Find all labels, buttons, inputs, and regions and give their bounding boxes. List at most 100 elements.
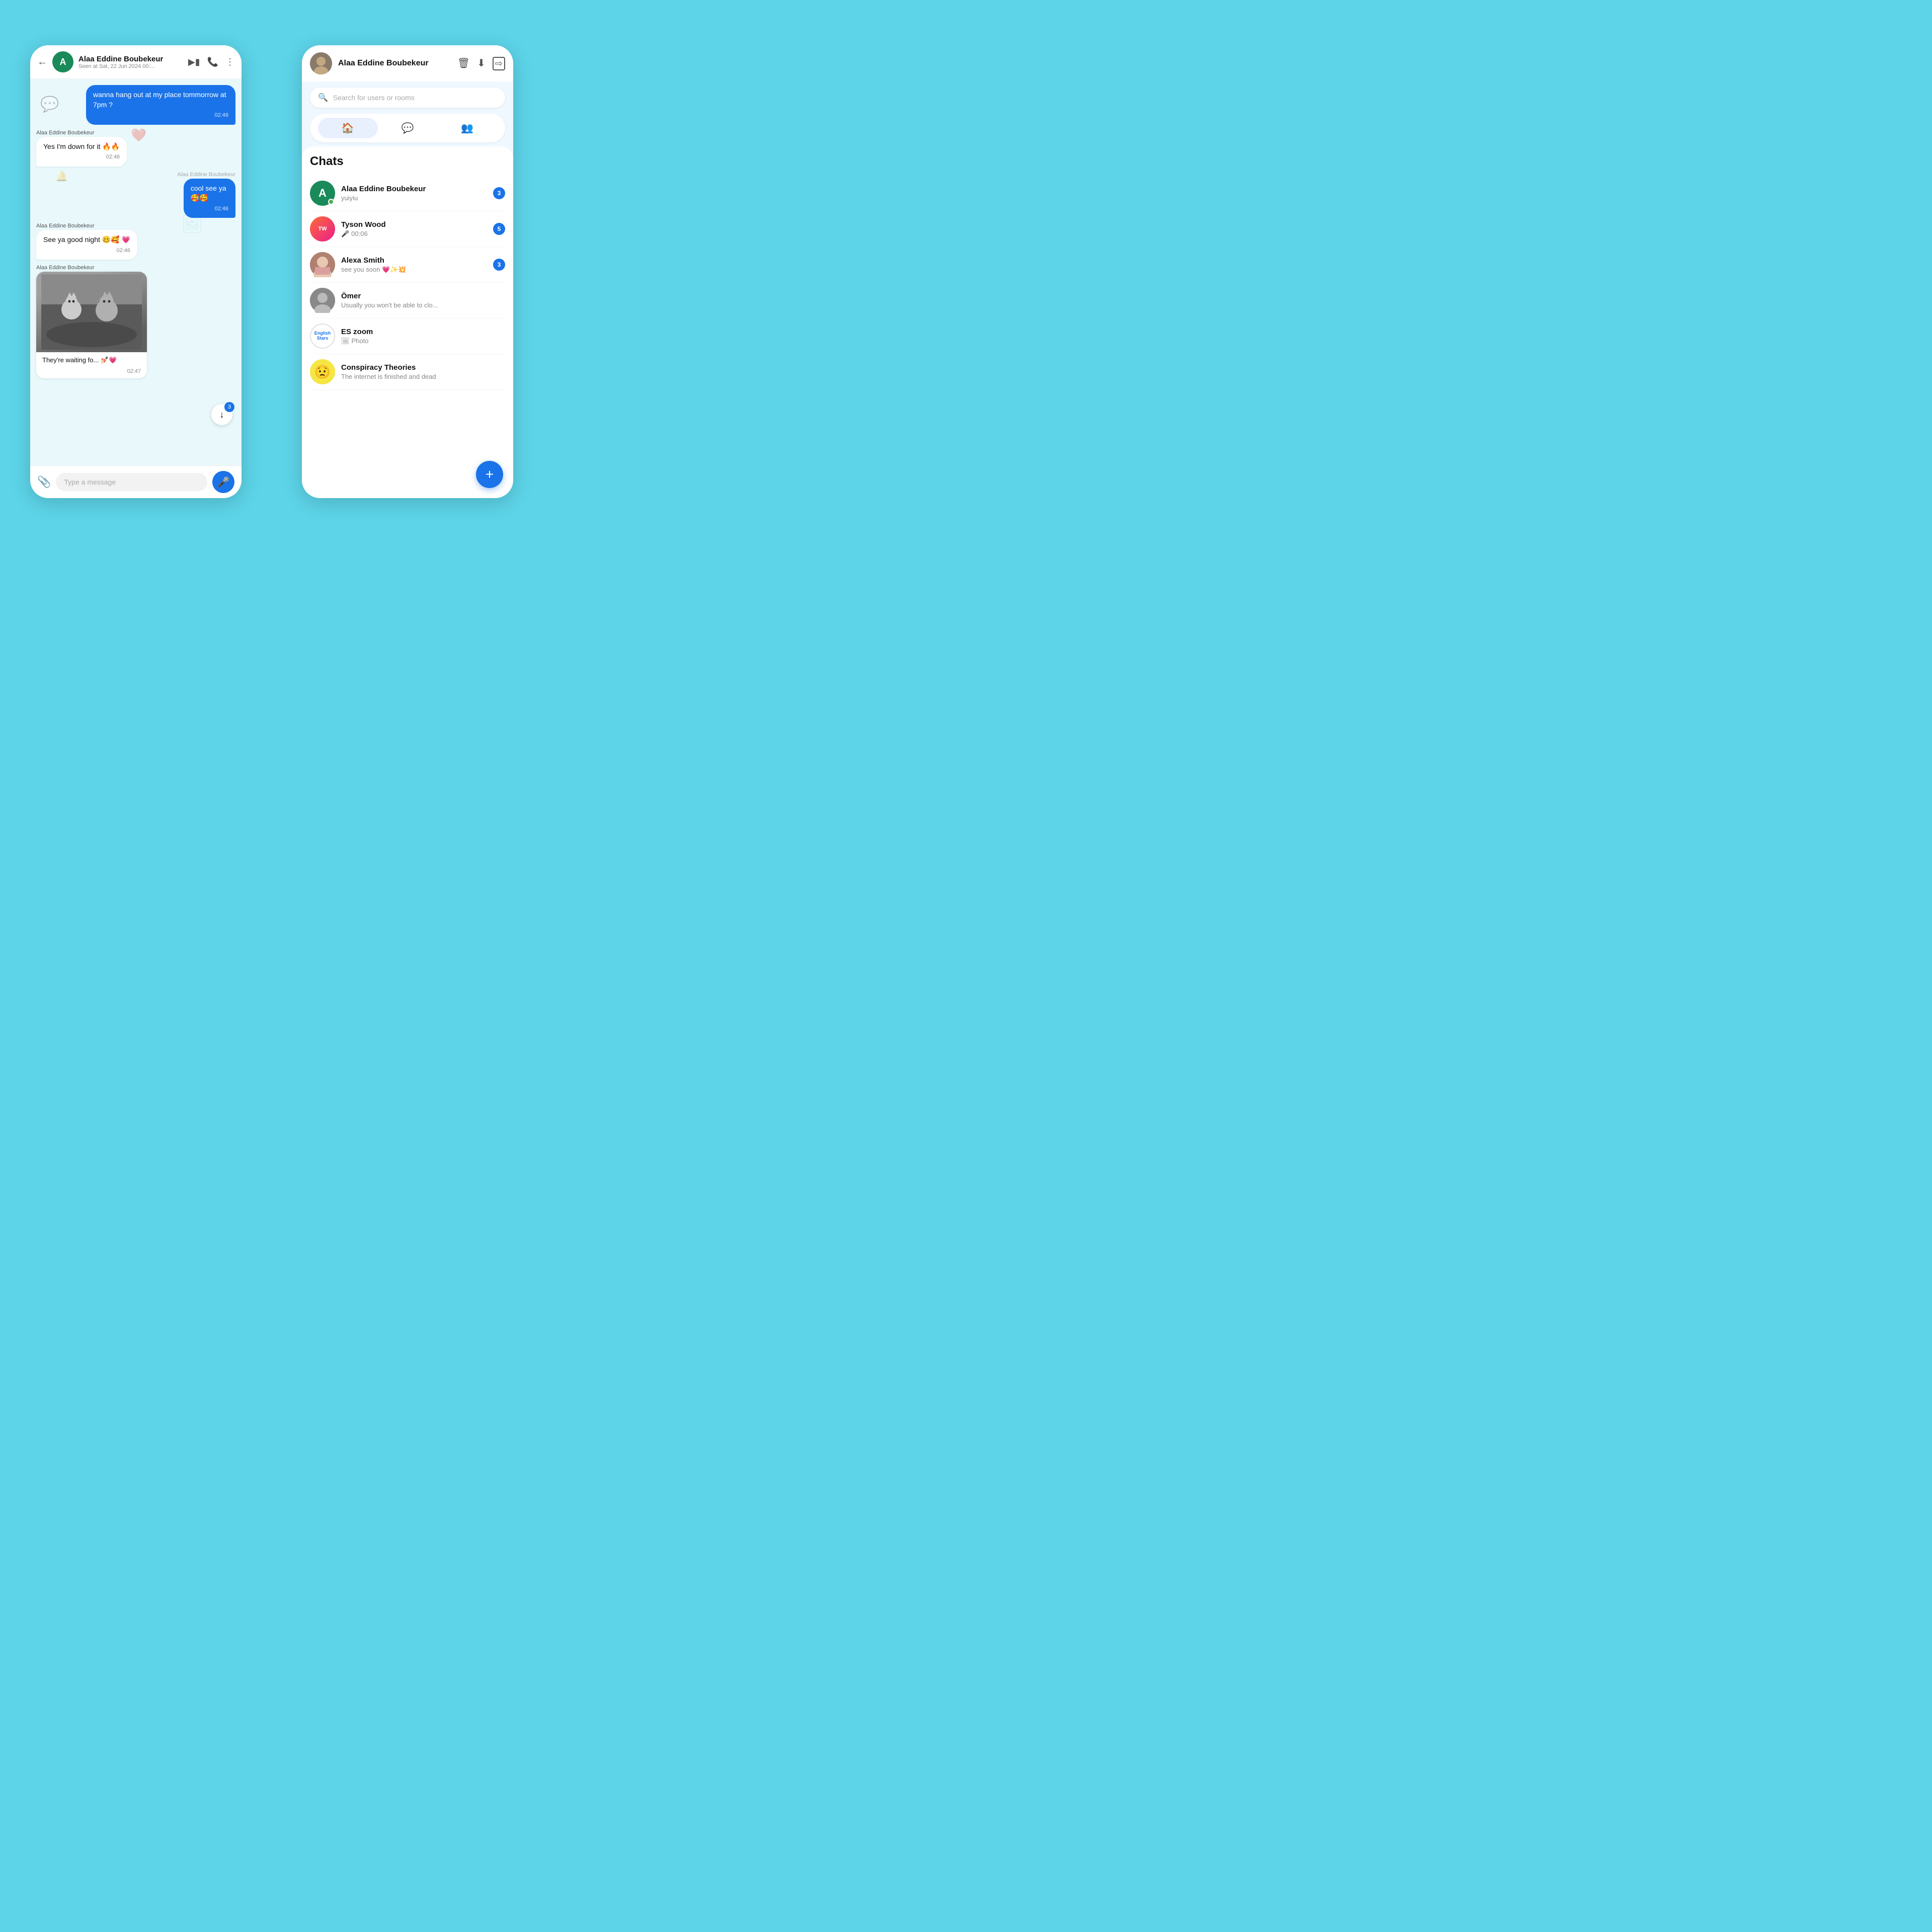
download-icon[interactable]: ⬇ (477, 57, 486, 70)
chat-header: ← A Alaa Eddine Boubekeur Seen at Sat, 2… (30, 45, 242, 79)
chat-list-item[interactable]: Ömer Usually you won't be able to clo... (310, 283, 505, 318)
image-caption: They're waiting fo... 💅🏻💗 (36, 352, 147, 368)
avatar: TW (310, 216, 335, 242)
contact-name: Alexa Smith (341, 256, 487, 265)
contact-info: Ömer Usually you won't be able to clo... (341, 292, 505, 309)
contact-name: Alaa Eddine Boubekeur (341, 185, 487, 193)
message-text: cool see ya 🥰🥰 (191, 184, 226, 202)
sender-name: Alaa Eddine Boubekeur (36, 265, 147, 271)
message-time: 02:46 (191, 205, 228, 213)
conspiracy-avatar: 😟 (310, 359, 335, 384)
left-phone: ← A Alaa Eddine Boubekeur Seen at Sat, 2… (30, 45, 242, 498)
es-zoom-avatar: EnglishStars (310, 324, 335, 349)
unread-badge: 3 (224, 402, 234, 412)
omer-avatar-svg (310, 288, 335, 313)
chat-input-bar: 📎 Type a message 🎤 (30, 465, 242, 498)
sender-name: Alaa Eddine Boubekeur (36, 130, 127, 136)
message-bubble-in: Yes I'm down for it 🔥🔥 02:46 (36, 137, 127, 167)
es-zoom-label: EnglishStars (314, 331, 331, 341)
cat-photo (36, 272, 147, 352)
message-preview: 🎤 00:06 (341, 230, 487, 238)
phone-call-icon[interactable]: 📞 (207, 57, 218, 67)
contact-name: Conspiracy Theories (341, 363, 505, 372)
delete-icon[interactable]: 🗑 (457, 57, 470, 70)
message-input[interactable]: Type a message (56, 473, 207, 491)
chats-icon: 💬 (401, 122, 414, 134)
image-message-wrap: Alaa Eddine Boubekeur (36, 265, 147, 378)
header-avatar (310, 52, 332, 74)
home-icon: 🏠 (342, 122, 354, 134)
contact-name: Alaa Eddine Boubekeur (78, 55, 183, 63)
header-info: Alaa Eddine Boubekeur Seen at Sat, 22 Ju… (78, 55, 183, 69)
chat-body: wanna hang out at my place tommorrow at … (30, 79, 242, 465)
contact-name: Ömer (341, 292, 505, 300)
contact-info: Alexa Smith see you soon 💗✨💥 (341, 256, 487, 274)
avatar-svg (310, 52, 332, 74)
message-bubble-out: wanna hang out at my place tommorrow at … (86, 85, 235, 125)
plus-icon: + (486, 466, 494, 482)
message-preview: see you soon 💗✨💥 (341, 266, 487, 274)
message-text: wanna hang out at my place tommorrow at … (93, 91, 226, 109)
right-header-icons: 🗑 ⬇ ⇨ (457, 57, 505, 70)
chats-title: Chats (310, 154, 505, 169)
contact-name: Tyson Wood (341, 220, 487, 229)
right-phone: Alaa Eddine Boubekeur 🗑 ⬇ ⇨ 🔍 Search for… (302, 45, 513, 498)
new-chat-fab[interactable]: + (476, 461, 503, 488)
avatar: A (310, 181, 335, 206)
more-options-icon[interactable]: ⋮ (225, 57, 234, 67)
message-bubble-in-wrap-2: Alaa Eddine Boubekeur See ya good night … (36, 223, 137, 260)
contact-name: ES zoom (341, 328, 505, 336)
scroll-down-icon: ↓ (220, 410, 224, 420)
image-time: 02:47 (36, 368, 147, 378)
message-preview: Usually you won't be able to clo... (341, 301, 505, 309)
back-button[interactable]: ← (37, 56, 47, 68)
cat-image-inner (36, 272, 147, 352)
chat-list-item[interactable]: 😟 Conspiracy Theories The internet is fi… (310, 354, 505, 390)
avatar (310, 288, 335, 313)
contact-info: ES zoom 🖼 Photo (341, 328, 505, 345)
photo-icon: 🖼 (341, 337, 350, 345)
mic-button[interactable]: 🎤 (212, 471, 234, 493)
tab-people[interactable]: 👥 (437, 118, 497, 138)
alexa-avatar-svg (310, 252, 335, 277)
chats-section: Chats A Alaa Eddine Boubekeur yuiyiu 3 T… (302, 146, 513, 498)
preview-text: Photo (352, 337, 369, 345)
message-out-labeled-wrap: Alaa Eddine Boubekeur cool see ya 🥰🥰 02:… (166, 172, 235, 218)
scroll-fab[interactable]: ↓ 3 (211, 404, 232, 425)
right-header-name: Alaa Eddine Boubekeur (338, 59, 451, 68)
search-icon: 🔍 (318, 93, 328, 103)
mic-preview-icon: 🎤 (341, 230, 349, 238)
message-preview: 🖼 Photo (341, 337, 505, 345)
search-input-wrap[interactable]: 🔍 Search for users or rooms (310, 88, 505, 108)
search-bar: 🔍 Search for users or rooms (302, 82, 513, 114)
chat-list-item[interactable]: Alexa Smith see you soon 💗✨💥 3 (310, 247, 505, 283)
search-placeholder: Search for users or rooms (333, 94, 415, 102)
input-placeholder: Type a message (64, 478, 116, 486)
message-preview: The internet is finished and dead (341, 373, 505, 380)
attach-icon[interactable]: 📎 (37, 475, 51, 489)
tab-home[interactable]: 🏠 (318, 118, 378, 138)
message-preview: yuiyiu (341, 194, 487, 202)
message-text: Yes I'm down for it 🔥🔥 (43, 142, 120, 150)
avatar (310, 252, 335, 277)
contact-status: Seen at Sat, 22 Jun 2024 00:... (78, 63, 183, 69)
header-icons: ▶▮ 📞 ⋮ (188, 57, 234, 67)
right-header: Alaa Eddine Boubekeur 🗑 ⬇ ⇨ (302, 45, 513, 82)
chat-list-item[interactable]: TW Tyson Wood 🎤 00:06 5 (310, 211, 505, 247)
message-bubble-in-wrap: Alaa Eddine Boubekeur Yes I'm down for i… (36, 130, 127, 167)
message-time: 02:46 (43, 247, 130, 255)
cat-svg (41, 274, 142, 350)
message-time: 02:46 (43, 153, 120, 161)
chat-list-item[interactable]: A Alaa Eddine Boubekeur yuiyiu 3 (310, 176, 505, 211)
sender-label: Alaa Eddine Boubekeur (166, 172, 235, 178)
online-indicator (328, 199, 334, 205)
video-call-icon[interactable]: ▶▮ (188, 57, 200, 67)
contact-info: Conspiracy Theories The internet is fini… (341, 363, 505, 380)
message-bubble-out: cool see ya 🥰🥰 02:46 (184, 179, 235, 218)
contact-info: Tyson Wood 🎤 00:06 (341, 220, 487, 238)
exit-icon[interactable]: ⇨ (493, 57, 505, 70)
tab-chats[interactable]: 💬 (378, 118, 438, 138)
tab-bar: 🏠 💬 👥 (310, 114, 505, 142)
chat-list-item[interactable]: EnglishStars ES zoom 🖼 Photo (310, 318, 505, 354)
sender-name: Alaa Eddine Boubekeur (36, 223, 137, 229)
